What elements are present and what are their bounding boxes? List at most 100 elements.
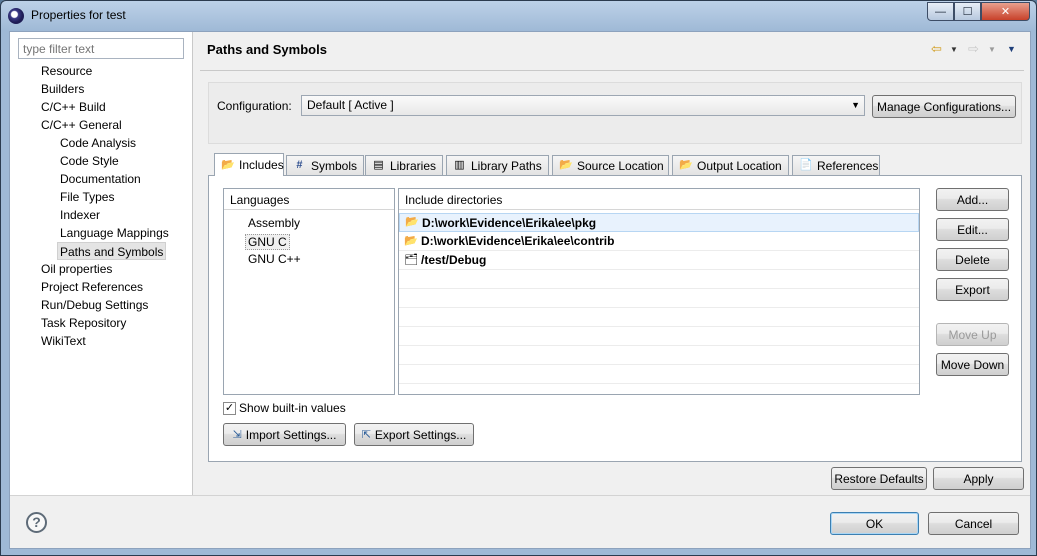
language-item[interactable]: Assembly [248, 216, 300, 230]
show-builtin-checkbox[interactable]: ✓ Show built-in values [223, 401, 346, 415]
includes-panel: Languages Assembly GNU C GNU C++ Include d… [208, 175, 1022, 462]
bottom-divider [10, 495, 1030, 496]
move-down-button[interactable]: Move Down [936, 353, 1009, 376]
ok-button[interactable]: OK [830, 512, 919, 535]
empty-row [399, 327, 919, 346]
empty-row [399, 270, 919, 289]
move-up-button[interactable]: Move Up [936, 323, 1009, 346]
manage-configurations-button[interactable]: Manage Configurations... [872, 95, 1016, 118]
include-path: D:\work\Evidence\Erika\ee\contrib [421, 234, 615, 248]
empty-row [399, 289, 919, 308]
include-folder-icon: 📂 [405, 216, 419, 228]
library-paths-icon: ▥ [454, 159, 465, 171]
import-icon: ⇲ [232, 429, 242, 441]
include-row[interactable]: 📂 D:\work\Evidence\Erika\ee\contrib [399, 232, 919, 251]
tree-item[interactable]: Run/Debug Settings [41, 296, 148, 314]
add-button[interactable]: Add... [936, 188, 1009, 211]
configuration-label: Configuration: [217, 99, 292, 113]
include-path: /test/Debug [421, 253, 487, 267]
language-item[interactable]: GNU C [245, 234, 290, 250]
tree-item[interactable]: Project References [41, 278, 143, 296]
forward-arrow-icon: ⇨ [968, 41, 979, 56]
export-icon: ⇱ [361, 429, 371, 441]
export-button[interactable]: Export [936, 278, 1009, 301]
tree-item[interactable]: C/C++ General [41, 116, 122, 134]
tree-item[interactable]: Documentation [60, 170, 141, 188]
tree-item[interactable]: Oil properties [41, 260, 112, 278]
tab-label: Includes [239, 158, 284, 172]
tree-item[interactable]: Builders [41, 80, 84, 98]
title-bar[interactable]: Properties for test — ☐ ✕ [1, 1, 1036, 29]
property-page: Paths and Symbols ⇦ ▼ ⇨ ▼ ▼ Configuratio… [194, 32, 1030, 495]
include-directories-header: Include directories [399, 189, 919, 210]
chevron-down-icon: ▼ [851, 100, 860, 110]
navigation-pane: ResourceBuildersC/C++ BuildC/C++ General… [10, 32, 193, 495]
tree-item[interactable]: Code Analysis [60, 134, 136, 152]
tree-item[interactable]: Indexer [60, 206, 100, 224]
tree-item[interactable]: Task Repository [41, 314, 126, 332]
filter-input[interactable] [18, 38, 184, 59]
checkmark-icon[interactable]: ✓ [223, 401, 236, 415]
page-title: Paths and Symbols [207, 42, 327, 57]
include-row[interactable]: 📂 D:\work\Evidence\Erika\ee\pkg [399, 213, 919, 232]
libraries-icon: ▤ [373, 159, 384, 171]
tree-item[interactable]: Code Style [60, 152, 119, 170]
properties-window: Properties for test — ☐ ✕ ResourceBuilde… [0, 0, 1037, 556]
header-divider [200, 70, 1024, 71]
tree-item[interactable]: Paths and Symbols [57, 242, 167, 260]
tab-symbols[interactable]: # Symbols [286, 155, 364, 175]
import-settings-button[interactable]: ⇲ Import Settings... [223, 423, 346, 446]
empty-row [399, 365, 919, 384]
import-settings-label: Import Settings... [245, 427, 337, 442]
help-icon[interactable]: ? [26, 512, 47, 533]
tab-label: Library Paths [471, 158, 542, 173]
tree-item[interactable]: Resource [41, 62, 92, 80]
tab-label: Source Location [577, 158, 664, 173]
include-folder-icon: 📂 [404, 234, 418, 247]
edit-button[interactable]: Edit... [936, 218, 1009, 241]
forward-menu-icon: ▼ [988, 45, 996, 54]
close-button[interactable]: ✕ [981, 2, 1030, 21]
language-item[interactable]: GNU C++ [248, 252, 301, 266]
tab-includes[interactable]: 📂 Includes [214, 153, 284, 176]
include-directories-list: Include directories 📂 D:\work\Evidence\Er… [398, 188, 920, 395]
cancel-button[interactable]: Cancel [928, 512, 1019, 535]
window-title: Properties for test [31, 8, 126, 22]
tab-source-location[interactable]: 📂 Source Location [552, 155, 669, 175]
tab-references[interactable]: 📄 References [792, 155, 880, 175]
export-settings-button[interactable]: ⇱ Export Settings... [354, 423, 474, 446]
back-menu-icon[interactable]: ▼ [950, 45, 958, 54]
tree-item[interactable]: File Types [60, 188, 114, 206]
includes-icon: 📂 [221, 158, 235, 171]
tab-label: Libraries [389, 158, 436, 173]
maximize-button[interactable]: ☐ [954, 2, 981, 21]
empty-row [399, 384, 919, 394]
workspace-folder-icon: 🗂 [404, 253, 418, 266]
tab-label: References [817, 158, 879, 173]
delete-button[interactable]: Delete [936, 248, 1009, 271]
tab-bar: 📂 Includes # Symbols ▤ Libraries ▥ Library Path… [214, 153, 1024, 176]
tab-libraries[interactable]: ▤ Libraries [365, 155, 443, 175]
configuration-value: Default [ Active ] [307, 98, 394, 112]
tree-item[interactable]: WikiText [41, 332, 86, 350]
languages-list: Languages Assembly GNU C GNU C++ [223, 188, 395, 395]
view-menu-icon[interactable]: ▼ [1007, 44, 1016, 54]
tree-item[interactable]: Language Mappings [60, 224, 169, 242]
tab-label: Output Location [697, 158, 782, 173]
include-row[interactable]: 🗂/test/Debug [399, 251, 919, 270]
empty-row [399, 346, 919, 365]
include-path: D:\work\Evidence\Erika\ee\pkg [422, 215, 597, 230]
folder-icon: 📂 [559, 159, 573, 171]
show-builtin-label: Show built-in values [239, 401, 346, 415]
tab-output-location[interactable]: 📂 Output Location [672, 155, 789, 175]
configuration-select[interactable]: Default [ Active ] ▼ [301, 95, 865, 116]
tree-item[interactable]: C/C++ Build [41, 98, 106, 116]
apply-button[interactable]: Apply [933, 467, 1024, 490]
folder-icon: 📂 [679, 159, 693, 171]
configuration-group: Configuration: Default [ Active ] ▼ Mana… [208, 82, 1022, 144]
back-arrow-icon[interactable]: ⇦ [931, 41, 942, 57]
empty-row [399, 308, 919, 327]
tab-library-paths[interactable]: ▥ Library Paths [446, 155, 549, 175]
minimize-button[interactable]: — [927, 2, 954, 21]
restore-defaults-button[interactable]: Restore Defaults [831, 467, 927, 490]
